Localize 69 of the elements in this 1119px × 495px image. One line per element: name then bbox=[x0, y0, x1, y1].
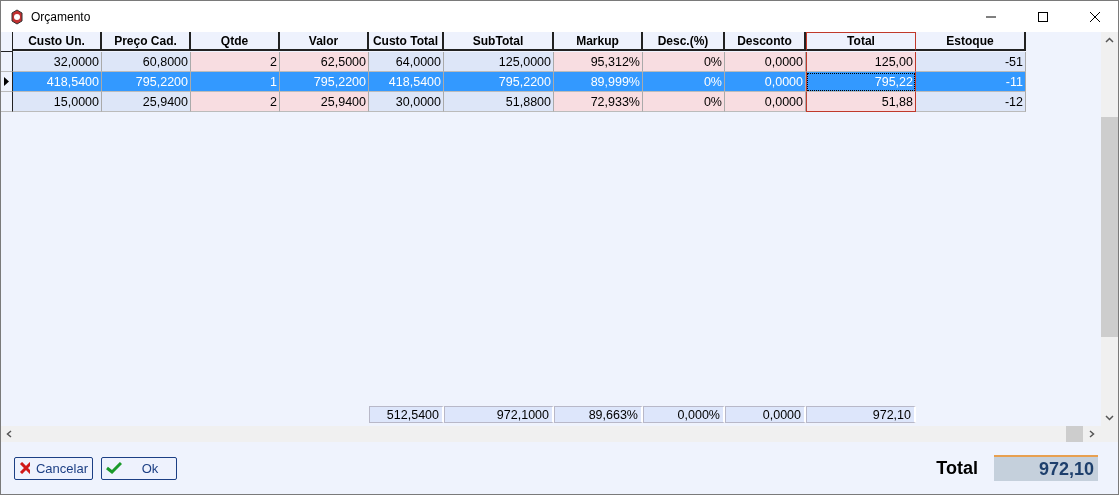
vertical-scrollbar[interactable] bbox=[1101, 32, 1118, 426]
total-cell: 972,1000 bbox=[444, 406, 554, 423]
column-header[interactable]: Estoque bbox=[916, 32, 1026, 51]
horizontal-scrollbar[interactable] bbox=[1, 426, 1118, 442]
column-header[interactable]: SubTotal bbox=[444, 32, 554, 51]
total-label: Total bbox=[936, 457, 978, 479]
total-cell: 0,0000 bbox=[725, 406, 806, 423]
column-header[interactable]: Qtde bbox=[191, 32, 280, 51]
close-icon[interactable] bbox=[1090, 11, 1100, 22]
table-cell: 15,0000 bbox=[13, 92, 102, 112]
column-header[interactable]: Markup bbox=[554, 32, 643, 51]
table-cell: 60,8000 bbox=[102, 52, 191, 72]
total-value: 972,10 bbox=[994, 455, 1098, 481]
table-cell: 2 bbox=[191, 92, 280, 112]
minimize-icon[interactable] bbox=[986, 15, 996, 18]
column-header[interactable]: Custo Total bbox=[369, 32, 444, 51]
row-indicator[interactable] bbox=[1, 92, 13, 112]
table-cell: 30,0000 bbox=[369, 92, 444, 112]
table-cell: 0% bbox=[643, 52, 725, 72]
scrollbar-thumb[interactable] bbox=[1066, 426, 1083, 442]
row-indicator[interactable] bbox=[1, 52, 13, 72]
table-cell: 125,0000 bbox=[444, 52, 554, 72]
window-title: Orçamento bbox=[31, 9, 92, 24]
maximize-icon[interactable] bbox=[1038, 11, 1048, 22]
table-cell: 795,2200 bbox=[444, 72, 554, 92]
row-pointer-icon bbox=[4, 77, 9, 86]
table-cell: 72,933% bbox=[554, 92, 643, 112]
table-cell: 32,0000 bbox=[13, 52, 102, 72]
table-cell: 418,5400 bbox=[369, 72, 444, 92]
table-cell: 0% bbox=[643, 92, 725, 112]
table-cell: -11 bbox=[916, 72, 1026, 92]
table-cell: 1 bbox=[191, 72, 280, 92]
column-header[interactable]: Valor bbox=[280, 32, 369, 51]
total-cell: 512,5400 bbox=[369, 406, 444, 423]
total-cell: 972,10 bbox=[806, 406, 916, 423]
table-cell: 95,312% bbox=[554, 52, 643, 72]
row-indicator[interactable] bbox=[1, 72, 13, 92]
table-cell: 0% bbox=[643, 72, 725, 92]
checkmark-icon bbox=[106, 462, 122, 474]
ok-button[interactable]: Ok bbox=[101, 456, 177, 480]
column-header[interactable]: Total bbox=[806, 32, 916, 51]
table-cell: 795,22 bbox=[806, 72, 916, 92]
table-cell: 64,0000 bbox=[369, 52, 444, 72]
table-cell: 0,0000 bbox=[725, 52, 806, 72]
table-cell: 89,999% bbox=[554, 72, 643, 92]
column-header[interactable]: Desc.(%) bbox=[643, 32, 725, 51]
column-header[interactable]: Custo Un. bbox=[13, 32, 102, 51]
close-icon bbox=[19, 462, 30, 474]
table-cell: 795,2200 bbox=[280, 72, 369, 92]
total-cell: 89,663% bbox=[554, 406, 643, 423]
table-cell: 0,0000 bbox=[725, 72, 806, 92]
table-cell: 25,9400 bbox=[280, 92, 369, 112]
table-cell: 51,8800 bbox=[444, 92, 554, 112]
table-cell: -51 bbox=[916, 52, 1026, 72]
column-header[interactable]: Desconto bbox=[725, 32, 806, 51]
total-cell: 0,000% bbox=[643, 406, 725, 423]
table-cell: 25,9400 bbox=[102, 92, 191, 112]
table-cell: 62,5000 bbox=[280, 52, 369, 72]
cancel-button[interactable]: Cancelar bbox=[14, 456, 93, 480]
table-cell: -12 bbox=[916, 92, 1026, 112]
scrollbar-thumb[interactable] bbox=[1101, 117, 1118, 337]
table-cell: 125,00 bbox=[806, 52, 916, 72]
column-header[interactable]: Preço Cad. bbox=[102, 32, 191, 51]
app-icon bbox=[9, 8, 25, 25]
table-cell: 2 bbox=[191, 52, 280, 72]
table-cell: 795,2200 bbox=[102, 72, 191, 92]
table-cell: 51,88 bbox=[806, 92, 916, 112]
table-cell: 0,0000 bbox=[725, 92, 806, 112]
table-cell: 418,5400 bbox=[13, 72, 102, 92]
